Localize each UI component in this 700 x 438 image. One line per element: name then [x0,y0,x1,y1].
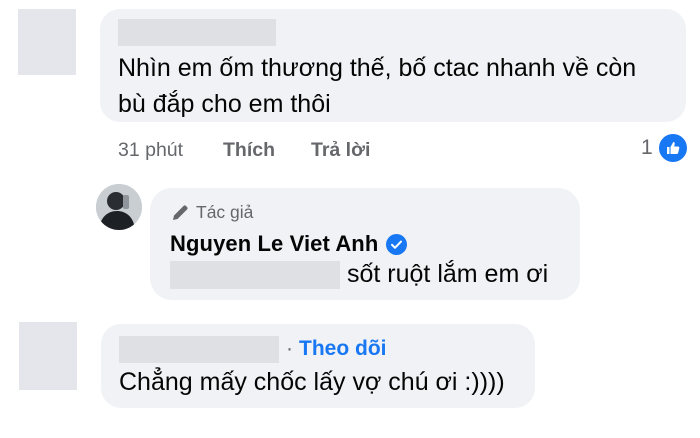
author-badge: Tác giả [170,202,253,223]
author-name[interactable]: Nguyen Le Viet Anh [170,231,378,257]
follow-row: · Theo dõi [286,337,387,361]
comment-text-2: Chẳng mấy chốc lấy vợ chú ơi :)))) [119,368,505,396]
checkmark-icon [391,240,403,249]
redacted-commenter-name-2[interactable] [119,336,279,363]
redacted-commenter-name[interactable] [118,19,276,46]
like-reaction-icon[interactable] [657,132,689,164]
person-silhouette-icon [96,184,142,230]
reaction-count[interactable]: 1 [641,136,653,160]
author-avatar[interactable] [96,184,142,230]
follow-separator: · [286,337,293,360]
comment-time[interactable]: 31 phút [118,139,183,162]
author-badge-label: Tác giả [196,202,254,222]
redacted-mention[interactable] [170,261,340,289]
verified-badge-icon [386,233,408,255]
reply-button[interactable]: Trả lời [311,139,370,162]
author-name-row: Nguyen Le Viet Anh [170,231,408,257]
pencil-icon [173,204,188,220]
comment-text-line-1: Nhìn em ốm thương thế, bố ctac nhanh về … [118,54,637,82]
follow-button[interactable]: Theo dõi [299,337,387,361]
author-reply-bubble: Tác giả Nguyen Le Viet Anh sốt ruột lắm … [150,188,580,300]
thumbs-up-icon [667,142,680,154]
comment-text-line-2: bù đắp cho em thôi [118,90,331,118]
reply-text: sốt ruột lắm em ơi [347,260,549,288]
commenter-avatar-2[interactable] [19,322,77,390]
comment-bubble: Nhìn em ốm thương thế, bố ctac nhanh về … [100,9,686,122]
comment-bubble-2: · Theo dõi Chẳng mấy chốc lấy vợ chú ơi … [101,324,535,408]
commenter-avatar[interactable] [18,9,76,75]
like-button[interactable]: Thích [223,139,275,162]
